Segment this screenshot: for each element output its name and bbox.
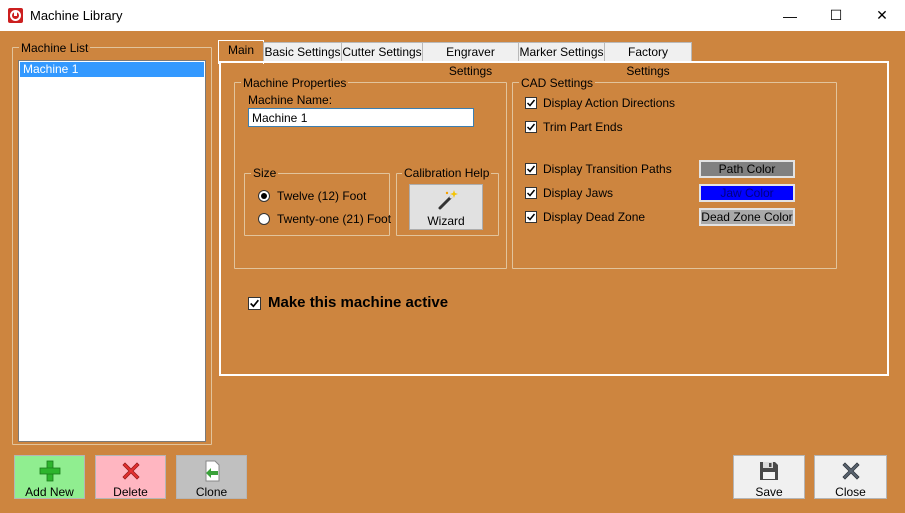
plus-icon	[39, 460, 61, 482]
dead-zone-color-button[interactable]: Dead Zone Color	[699, 208, 795, 226]
tab-marker-settings[interactable]: Marker Settings	[518, 42, 605, 62]
clone-button[interactable]: Clone	[176, 455, 247, 499]
close-window-button[interactable]: ✕	[859, 0, 905, 31]
display-action-directions-label[interactable]: Display Action Directions	[543, 96, 675, 110]
size-label: Size	[251, 166, 279, 180]
x-icon	[120, 460, 142, 482]
add-new-label: Add New	[25, 485, 74, 499]
display-action-directions-checkbox[interactable]	[525, 97, 537, 109]
tab-cutter-settings[interactable]: Cutter Settings	[341, 42, 423, 62]
list-item[interactable]: Machine 1	[20, 62, 204, 77]
machine-list[interactable]: Machine 1	[18, 60, 206, 442]
trim-part-ends-checkbox[interactable]	[525, 121, 537, 133]
display-dead-zone-checkbox[interactable]	[525, 211, 537, 223]
clone-icon	[201, 460, 223, 482]
title-bar: Machine Library — ☐ ✕	[0, 0, 905, 31]
size-twenty-one-label[interactable]: Twenty-one (21) Foot	[277, 212, 391, 226]
tab-engraver-settings[interactable]: Engraver Settings	[422, 42, 519, 78]
wizard-label: Wizard	[427, 214, 465, 228]
display-transition-paths-label[interactable]: Display Transition Paths	[543, 162, 672, 176]
close-button[interactable]: Close	[814, 455, 887, 499]
calibration-help-label: Calibration Help	[402, 166, 492, 180]
app-icon	[8, 8, 23, 23]
window-title: Machine Library	[30, 8, 123, 23]
save-label: Save	[755, 485, 783, 499]
make-active-label[interactable]: Make this machine active	[268, 294, 448, 311]
display-jaws-label[interactable]: Display Jaws	[543, 186, 613, 200]
size-twelve-radio[interactable]	[258, 190, 270, 202]
floppy-disk-icon	[758, 460, 780, 482]
machine-name-input[interactable]	[248, 108, 474, 127]
close-label: Close	[835, 485, 866, 499]
size-twenty-one-radio[interactable]	[258, 213, 270, 225]
machine-properties-label: Machine Properties	[241, 76, 349, 90]
save-button[interactable]: Save	[733, 455, 805, 499]
size-twelve-label[interactable]: Twelve (12) Foot	[277, 189, 366, 203]
size-group	[244, 173, 390, 236]
display-jaws-checkbox[interactable]	[525, 187, 537, 199]
make-active-checkbox[interactable]	[248, 297, 261, 310]
cad-settings-label: CAD Settings	[519, 76, 596, 90]
delete-button[interactable]: Delete	[95, 455, 166, 499]
display-transition-paths-checkbox[interactable]	[525, 163, 537, 175]
trim-part-ends-label[interactable]: Trim Part Ends	[543, 120, 623, 134]
minimize-button[interactable]: —	[767, 0, 813, 31]
machine-name-label: Machine Name:	[248, 93, 333, 107]
clone-label: Clone	[195, 485, 228, 499]
close-x-icon	[840, 460, 862, 482]
delete-label: Delete	[113, 485, 148, 499]
jaw-color-button[interactable]: Jaw Color	[699, 184, 795, 202]
path-color-button[interactable]: Path Color	[699, 160, 795, 178]
maximize-button[interactable]: ☐	[813, 0, 859, 31]
display-dead-zone-label[interactable]: Display Dead Zone	[543, 210, 645, 224]
tab-factory-settings[interactable]: Factory Settings	[604, 42, 692, 78]
magic-wand-icon	[436, 189, 458, 214]
tab-basic-settings[interactable]: Basic Settings	[263, 42, 342, 62]
machine-list-label: Machine List	[19, 41, 91, 55]
add-new-button[interactable]: Add New	[14, 455, 85, 499]
wizard-button[interactable]: Wizard	[409, 184, 483, 230]
